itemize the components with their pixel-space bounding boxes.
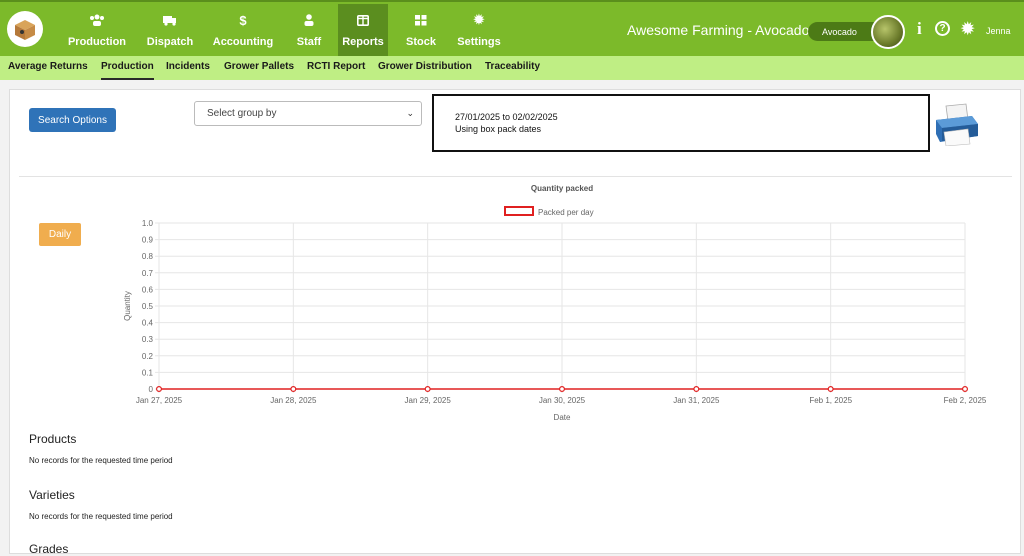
data-point[interactable] [559, 386, 566, 393]
nav-accounting[interactable]: $ Accounting [212, 6, 274, 56]
dollar-icon: $ [239, 12, 247, 28]
help-icon[interactable]: ? [935, 21, 950, 36]
subnav-rcti-report[interactable]: RCTI Report [307, 61, 365, 72]
subnav-average-returns[interactable]: Average Returns [8, 61, 88, 72]
subnav-production[interactable]: Production [101, 61, 154, 80]
legend-swatch[interactable] [504, 206, 534, 216]
chart-title: Quantity packed [531, 184, 593, 193]
chart-grid [155, 222, 966, 393]
data-point[interactable] [290, 386, 297, 393]
nav-dispatch[interactable]: Dispatch [144, 6, 196, 56]
data-point[interactable] [827, 386, 834, 393]
divider [19, 176, 1012, 177]
nav-label: Stock [406, 36, 436, 48]
x-tick-label: Jan 28, 2025 [270, 396, 317, 405]
nav-label: Staff [296, 36, 322, 48]
box-logo-icon [15, 20, 35, 40]
nav-label: Accounting [212, 36, 274, 48]
printer-icon[interactable] [932, 102, 982, 147]
date-basis-text: Using box pack dates [455, 124, 542, 134]
subnav-grower-distribution[interactable]: Grower Distribution [378, 61, 472, 72]
top-navbar: Production Dispatch $ Accounting Staff R… [0, 0, 1024, 58]
group-by-placeholder: Select group by [207, 108, 277, 119]
nav-settings[interactable]: ✹ Settings [456, 6, 502, 56]
gear-icon: ✹ [473, 12, 485, 27]
y-axis-label: Quantity [123, 291, 132, 321]
y-tick-label: 0.5 [142, 302, 154, 311]
group-by-select[interactable]: Select group by ⌄ [194, 101, 422, 126]
varieties-heading: Varieties [29, 488, 75, 502]
search-options-button[interactable]: Search Options [29, 108, 116, 132]
x-tick-label: Feb 2, 2025 [944, 396, 987, 405]
x-tick-label: Feb 1, 2025 [809, 396, 852, 405]
daily-button[interactable]: Daily [39, 223, 81, 246]
chart-series [155, 386, 968, 393]
nav-stock[interactable]: Stock [402, 6, 440, 56]
y-tick-label: 0.9 [142, 236, 154, 245]
x-tick-label: Jan 29, 2025 [405, 396, 452, 405]
user-name[interactable]: Jenna [986, 26, 1011, 36]
y-tick-label: 0 [149, 385, 154, 394]
y-tick-label: 0.3 [142, 335, 154, 344]
nav-label: Settings [457, 36, 501, 48]
commodity-avatar[interactable] [871, 15, 905, 49]
products-heading: Products [29, 432, 77, 446]
quantity-packed-chart: Quantity packed Packed per day 0 0.1 0.2 0.… [123, 184, 987, 422]
company-name: Awesome Farming - Avocados [627, 22, 817, 38]
y-axis-ticks: 0 0.1 0.2 0.3 0.4 0.5 0.6 0.7 0.8 0.9 1.0 [142, 219, 154, 394]
x-tick-label: Jan 27, 2025 [136, 396, 183, 405]
date-range-text: 27/01/2025 to 02/02/2025 [455, 112, 558, 122]
data-point[interactable] [693, 386, 700, 393]
subnav-grower-pallets[interactable]: Grower Pallets [224, 61, 294, 72]
y-tick-label: 0.6 [142, 285, 154, 294]
nav-reports[interactable]: Reports [338, 4, 388, 58]
legend-label[interactable]: Packed per day [538, 208, 594, 217]
products-empty-text: No records for the requested time period [29, 456, 173, 465]
reports-subnav: Average Returns Production Incidents Gro… [0, 56, 1024, 80]
y-tick-label: 0.1 [142, 368, 154, 377]
y-tick-label: 1.0 [142, 219, 154, 228]
grid-icon [415, 10, 427, 30]
data-point[interactable] [155, 386, 162, 393]
subnav-traceability[interactable]: Traceability [485, 61, 540, 72]
subnav-incidents[interactable]: Incidents [166, 61, 210, 72]
person-icon [304, 10, 314, 30]
users-icon [89, 10, 105, 30]
y-tick-label: 0.7 [142, 269, 154, 278]
x-tick-label: Jan 31, 2025 [673, 396, 720, 405]
nav-label: Dispatch [146, 36, 194, 48]
report-icon [357, 10, 369, 30]
nav-label: Reports [342, 36, 384, 48]
x-axis-label: Date [554, 413, 571, 422]
info-icon[interactable]: i [917, 19, 922, 39]
nav-staff[interactable]: Staff [293, 6, 325, 56]
y-tick-label: 0.2 [142, 352, 154, 361]
app-logo[interactable] [7, 11, 43, 47]
nav-production[interactable]: Production [66, 6, 128, 56]
y-tick-label: 0.4 [142, 319, 154, 328]
settings-gear-icon[interactable]: ✹ [961, 19, 974, 39]
date-range-box: 27/01/2025 to 02/02/2025 Using box pack … [432, 94, 930, 152]
varieties-empty-text: No records for the requested time period [29, 512, 173, 521]
data-point[interactable] [961, 386, 968, 393]
nav-label: Production [67, 36, 127, 48]
chevron-down-icon: ⌄ [406, 108, 414, 118]
truck-icon [163, 10, 177, 30]
x-tick-label: Jan 30, 2025 [539, 396, 586, 405]
y-tick-label: 0.8 [142, 252, 154, 261]
data-point[interactable] [424, 386, 431, 393]
x-axis-ticks: Jan 27, 2025 Jan 28, 2025 Jan 29, 2025 Jan … [136, 396, 987, 405]
